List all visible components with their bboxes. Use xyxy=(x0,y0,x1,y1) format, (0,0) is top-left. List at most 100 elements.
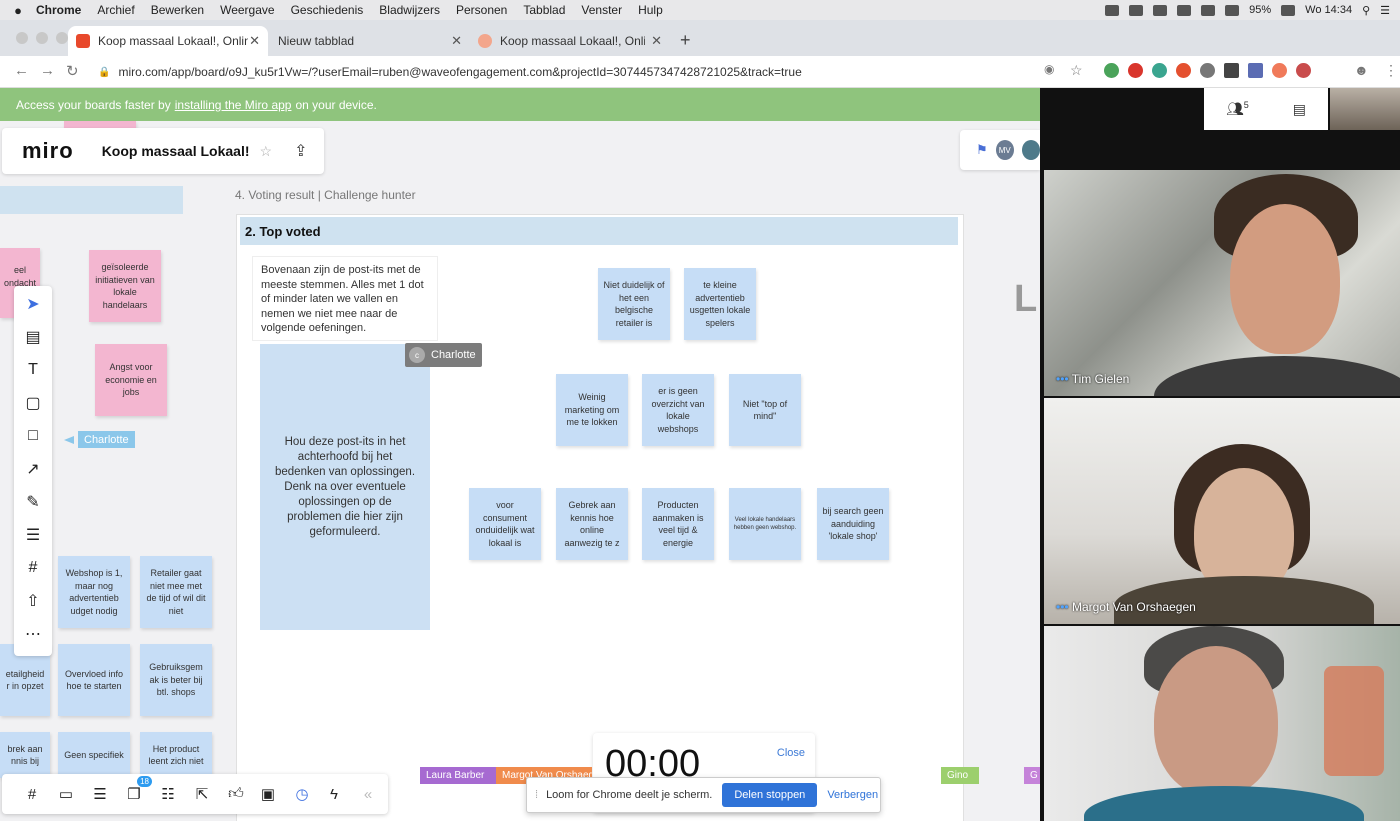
volume-icon[interactable] xyxy=(1225,4,1240,16)
tab-miro-board-2[interactable]: Koop massaal Lokaal!, Online \ ✕ xyxy=(470,26,670,56)
cloud-extension-icon[interactable] xyxy=(1200,63,1215,78)
frame-icon[interactable]: # xyxy=(14,556,52,580)
cards-icon[interactable]: ☷ xyxy=(156,782,180,806)
battery-percentage[interactable]: 95% xyxy=(1249,4,1271,16)
arrow-extension-icon[interactable] xyxy=(1272,63,1287,78)
minimize-window-button[interactable] xyxy=(36,32,48,44)
postit-voted[interactable]: er is geen overzicht van lokale webshops xyxy=(642,374,714,446)
address-bar[interactable]: 🔒 miro.com/app/board/o9J_ku5r1Vw=/?userE… xyxy=(98,60,1028,84)
menu-geschiedenis[interactable]: Geschiedenis xyxy=(291,3,364,17)
miro-logo[interactable]: miro xyxy=(22,138,74,164)
close-tab-icon[interactable]: ✕ xyxy=(451,33,462,49)
close-tab-icon[interactable]: ✕ xyxy=(249,33,260,49)
description-text[interactable]: Bovenaan zijn de post-its met de meeste … xyxy=(252,256,438,341)
video-feed-tim[interactable]: ••• Tim Gielen xyxy=(1044,170,1400,396)
video-feed-participant-3[interactable] xyxy=(1044,626,1400,821)
template-icon[interactable]: ▤ xyxy=(14,325,52,349)
video-feed-margot[interactable]: ••• Margot Van Orshaegen xyxy=(1044,398,1400,624)
menubar-clock[interactable]: Wo 14:34 xyxy=(1305,4,1352,16)
menu-personen[interactable]: Personen xyxy=(456,3,507,17)
postit-voted[interactable]: voor consument onduidelijk wat lokaal is xyxy=(469,488,541,560)
self-camera-preview[interactable] xyxy=(1330,88,1400,130)
timer-icon[interactable]: ◷ xyxy=(290,782,314,806)
postit-left[interactable]: Angst voor economie en jobs xyxy=(95,344,167,416)
postit-voted[interactable]: Gebrek aan kennis hoe online aanwezig te… xyxy=(556,488,628,560)
grammarly-extension-icon[interactable] xyxy=(1152,63,1167,78)
menu-hulp[interactable]: Hulp xyxy=(638,3,663,17)
screen-extension-icon[interactable] xyxy=(1224,63,1239,78)
postit-left[interactable]: Webshop is 1, maar nog advertentieb udge… xyxy=(58,556,130,628)
reload-icon[interactable]: ↻ xyxy=(66,62,79,80)
postit-voted[interactable]: Weinig marketing om me te lokken xyxy=(556,374,628,446)
drag-handle-icon[interactable]: ⁞ xyxy=(535,789,538,801)
timer-close-link[interactable]: Close xyxy=(777,747,805,759)
text-icon[interactable]: T xyxy=(14,358,52,382)
apple-menu-icon[interactable]: ● xyxy=(0,3,36,18)
postit-left[interactable]: Retailer gaat niet mee met de tijd of wi… xyxy=(140,556,212,628)
menu-bladwijzers[interactable]: Bladwijzers xyxy=(379,3,440,17)
vote-thumb-icon[interactable]: 👍︎ xyxy=(224,782,248,806)
sticky-note-icon[interactable]: ▢ xyxy=(14,391,52,415)
select-icon[interactable]: ➤ xyxy=(14,292,52,316)
hide-button[interactable]: Verbergen xyxy=(827,789,878,801)
profile-avatar[interactable]: ☻ xyxy=(1354,62,1369,78)
back-icon[interactable]: ← xyxy=(14,62,29,79)
bookmark-star-icon[interactable]: ☆ xyxy=(1070,62,1083,79)
frames-icon[interactable]: # xyxy=(20,782,44,806)
forward-icon[interactable]: → xyxy=(40,62,55,79)
chat-icon[interactable]: ☰ xyxy=(88,782,112,806)
postit-voted[interactable]: te kleine advertentieb usgetten lokale s… xyxy=(684,268,756,340)
board-title[interactable]: Koop massaal Lokaal! xyxy=(102,143,250,159)
video-icon[interactable]: ▣ xyxy=(256,782,280,806)
close-tab-icon[interactable]: ✕ xyxy=(651,33,662,49)
postit-left[interactable]: Het product leent zich niet xyxy=(140,732,212,778)
install-miro-app-link[interactable]: installing the Miro app xyxy=(175,98,292,112)
postit-voted[interactable]: Veel lokale handelaars hebben geen websh… xyxy=(729,488,801,560)
tab-miro-board[interactable]: Koop massaal Lokaal!, Online \ ✕ xyxy=(68,26,268,56)
stop-sharing-button[interactable]: Delen stoppen xyxy=(722,783,818,807)
tag-extension-icon[interactable] xyxy=(1248,63,1263,78)
menu-weergave[interactable]: Weergave xyxy=(220,3,274,17)
presentation-icon[interactable]: ▭ xyxy=(54,782,78,806)
evernote-extension-icon[interactable] xyxy=(1104,63,1119,78)
lock-icon[interactable]: 🔒 xyxy=(98,67,110,78)
shape-icon[interactable]: □ xyxy=(14,424,52,448)
favorite-star-icon[interactable]: ☆ xyxy=(260,143,273,160)
menu-chrome[interactable]: Chrome xyxy=(36,3,81,17)
new-tab-icon[interactable]: + xyxy=(680,30,691,51)
microphone-icon[interactable] xyxy=(1105,4,1120,16)
postit-left[interactable]: Geen specifiek xyxy=(58,732,130,778)
cloud-icon[interactable] xyxy=(1153,4,1168,16)
battery-icon[interactable] xyxy=(1281,4,1296,16)
big-postit[interactable]: Hou deze post-its in het achterhoofd bij… xyxy=(260,344,430,630)
camera-icon[interactable]: ◉ xyxy=(1044,62,1054,76)
postit-left[interactable]: Overvloed info hoe te starten xyxy=(58,644,130,716)
pen-icon[interactable]: ✎ xyxy=(14,490,52,514)
menu-tabblad[interactable]: Tabblad xyxy=(523,3,565,17)
wifi-icon[interactable] xyxy=(1201,4,1216,16)
postit-voted[interactable]: Niet duidelijk of het een belgische reta… xyxy=(598,268,670,340)
postit-left[interactable]: geïsoleerde initiatieven van lokale hand… xyxy=(89,250,161,322)
share-upload-icon[interactable]: ⇪ xyxy=(294,141,307,161)
participants-icon[interactable]: 👥︎5 xyxy=(1226,100,1249,118)
lastpass-extension-icon[interactable] xyxy=(1296,63,1311,78)
tab-new-tab[interactable]: Nieuw tabblad ✕ xyxy=(270,26,470,56)
postit-left[interactable]: Gebruiksgem ak is beter bij btl. shops xyxy=(140,644,212,716)
menu-bewerken[interactable]: Bewerken xyxy=(151,3,204,17)
postit-voted[interactable]: bij search geen aanduiding 'lokale shop' xyxy=(817,488,889,560)
postit-voted[interactable]: Producten aanmaken is veel tijd & energi… xyxy=(642,488,714,560)
dropbox-icon[interactable] xyxy=(1129,4,1144,16)
postit-voted[interactable]: Niet "top of mind" xyxy=(729,374,801,446)
adblock-extension-icon[interactable] xyxy=(1128,63,1143,78)
frame-title[interactable]: 2. Top voted xyxy=(240,217,958,245)
menu-archief[interactable]: Archief xyxy=(97,3,134,17)
frame-caption[interactable]: 4. Voting result | Challenge hunter xyxy=(235,188,416,202)
comment-icon[interactable]: ☰ xyxy=(14,523,52,547)
bluetooth-icon[interactable] xyxy=(1177,4,1192,16)
postit-left[interactable]: brek aan nnis bij xyxy=(0,732,50,778)
lightning-icon[interactable]: ϟ xyxy=(322,782,346,806)
menu-venster[interactable]: Venster xyxy=(581,3,622,17)
control-center-icon[interactable]: ☰ xyxy=(1380,4,1390,17)
loom-extension-icon[interactable] xyxy=(1176,63,1191,78)
chrome-menu-icon[interactable]: ⋮ xyxy=(1384,62,1398,79)
